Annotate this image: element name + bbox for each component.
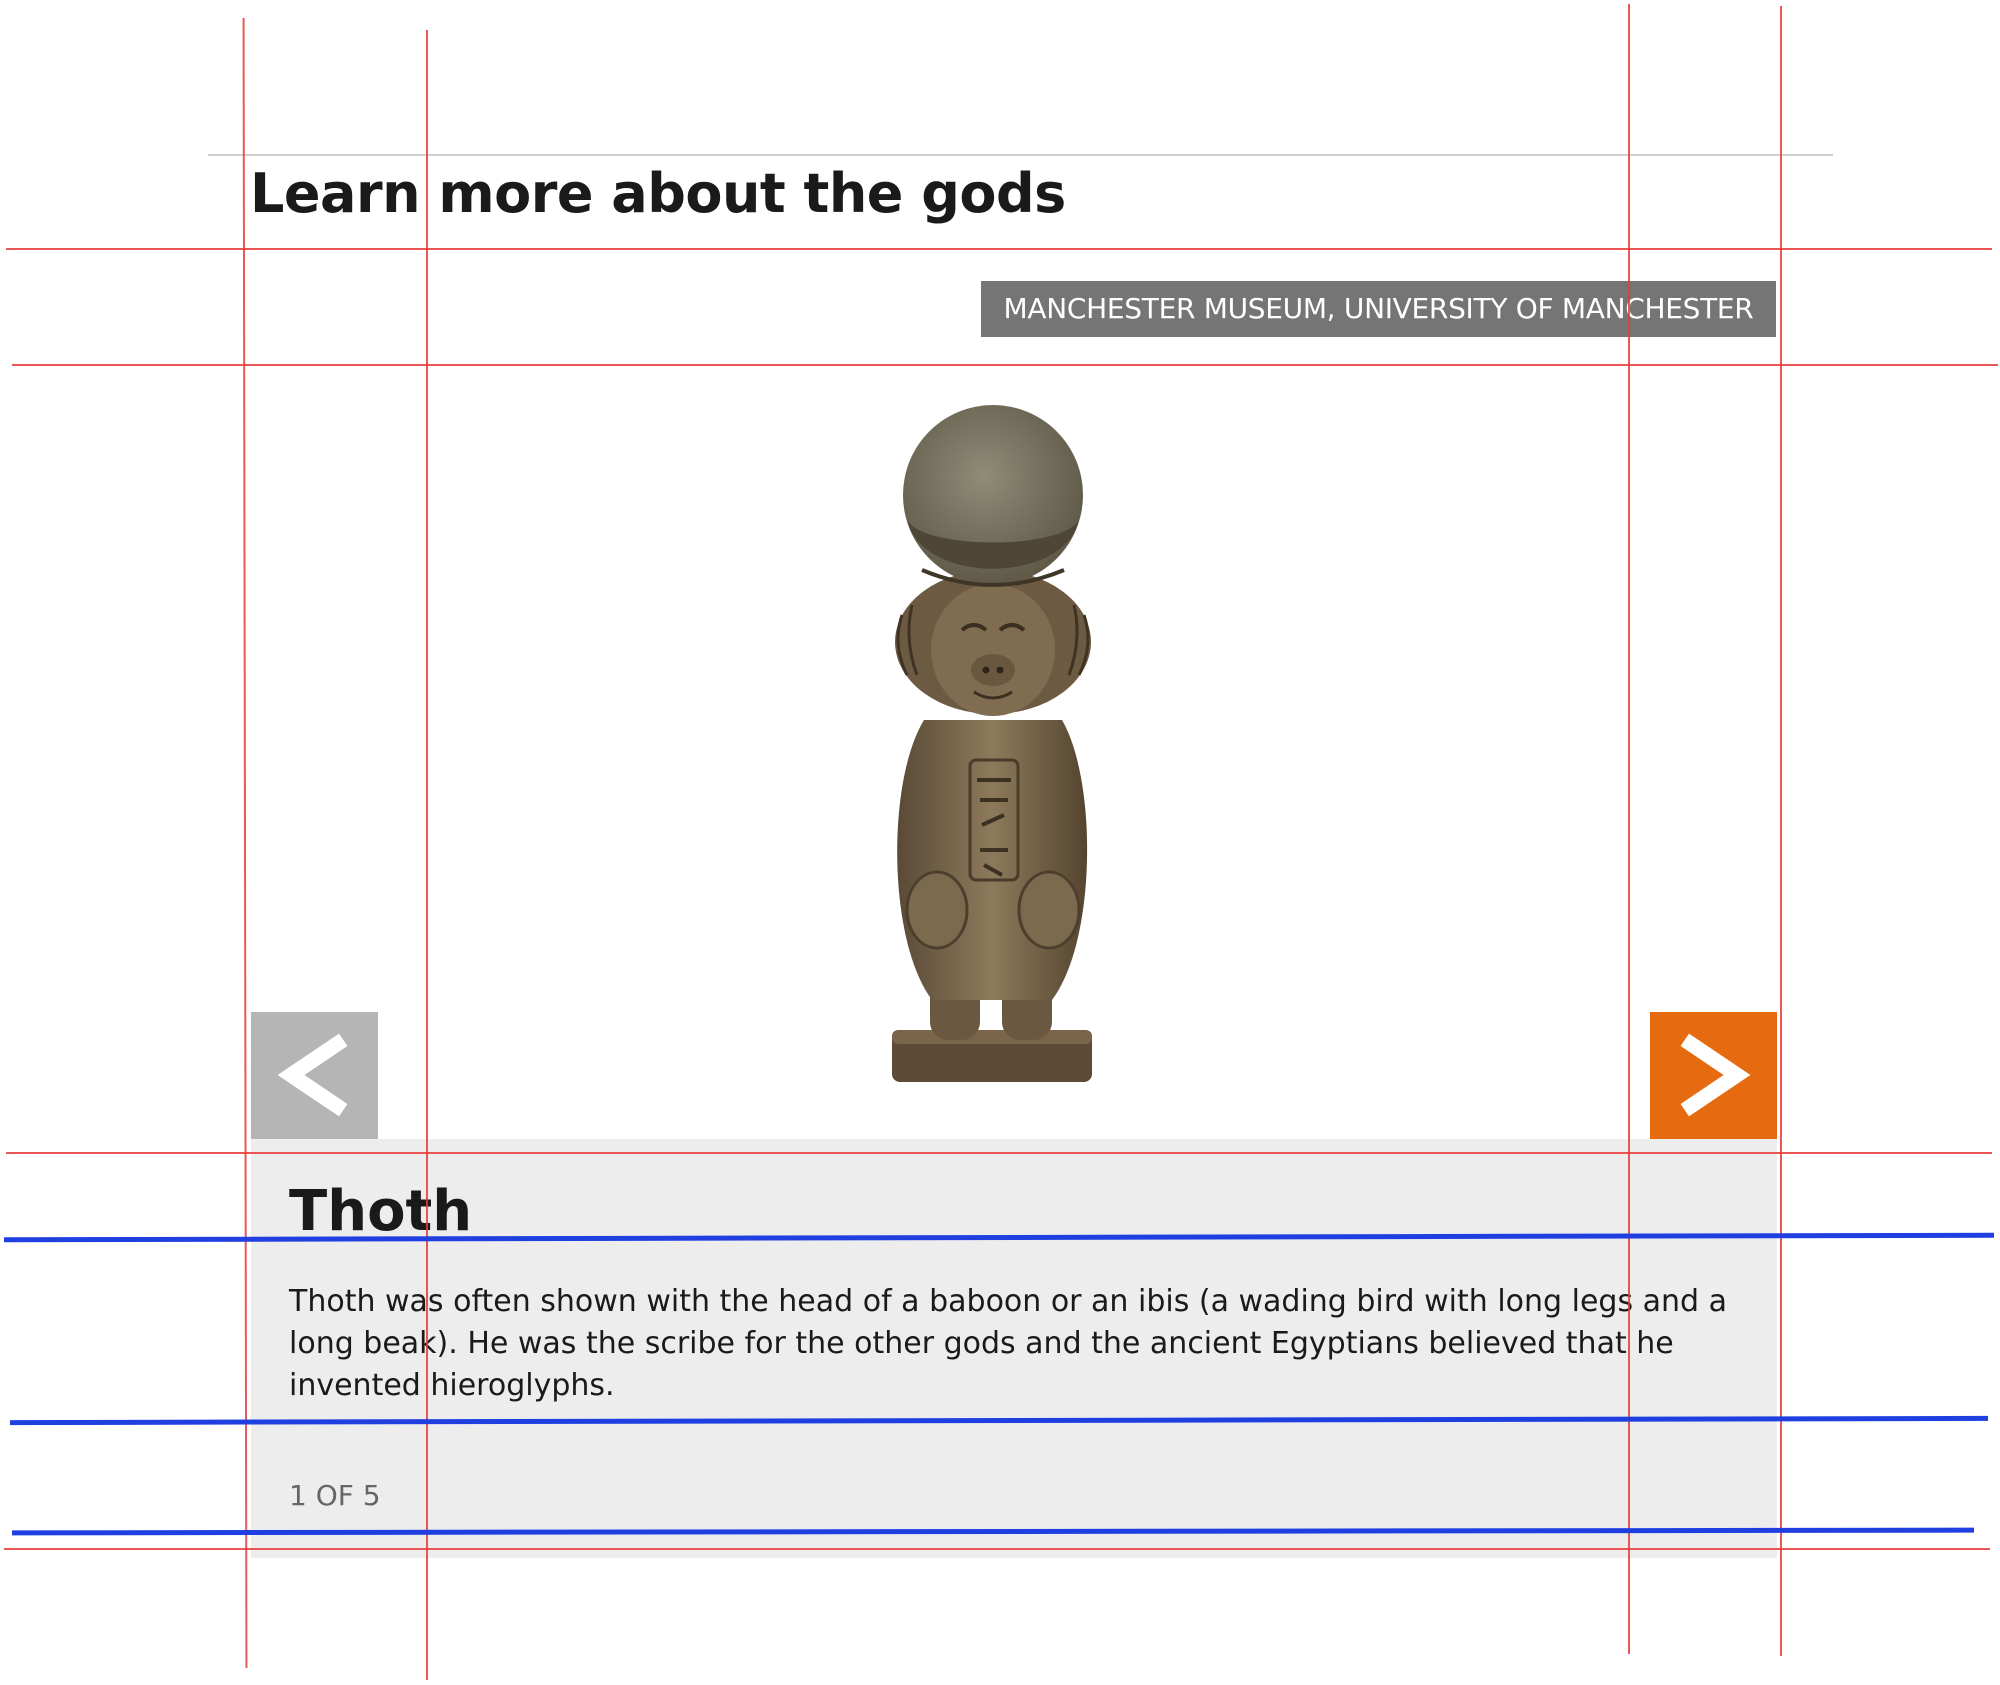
thoth-amulet-image bbox=[862, 380, 1124, 1100]
next-slide-button[interactable] bbox=[1650, 1012, 1777, 1139]
guide-line-horizontal bbox=[12, 364, 1998, 366]
image-credit-badge: MANCHESTER MUSEUM, UNIVERSITY OF MANCHES… bbox=[981, 281, 1776, 337]
slide-counter: 1 OF 5 bbox=[289, 1479, 381, 1512]
chevron-right-icon bbox=[1680, 1033, 1751, 1117]
guide-line-vertical bbox=[242, 18, 248, 1668]
section-title: Learn more about the gods bbox=[250, 162, 1066, 225]
slide-title: Thoth bbox=[289, 1179, 473, 1244]
chevron-left-icon bbox=[277, 1033, 348, 1117]
section-divider bbox=[208, 154, 1833, 156]
caption-panel: Thoth Thoth was often shown with the hea… bbox=[251, 1139, 1777, 1558]
guide-line-horizontal bbox=[6, 248, 1992, 250]
slide-description: Thoth was often shown with the head of a… bbox=[289, 1284, 1727, 1403]
previous-slide-button[interactable] bbox=[251, 1012, 378, 1139]
guide-line-vertical bbox=[1780, 6, 1782, 1656]
